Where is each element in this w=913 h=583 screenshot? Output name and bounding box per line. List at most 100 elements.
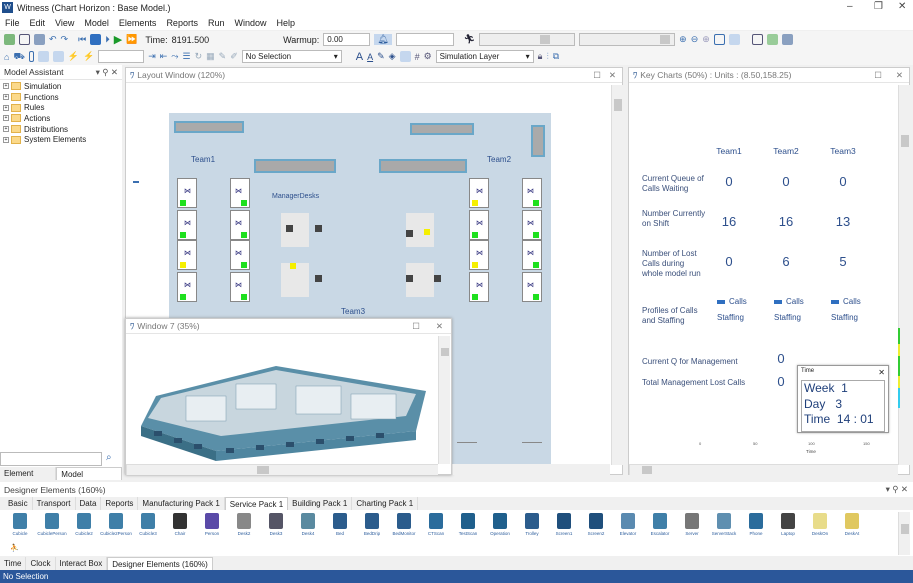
chart-icon[interactable] [766, 34, 778, 45]
panel-pin-icon[interactable]: ▾ ⚲ ✕ [96, 67, 118, 78]
wrench-icon[interactable]: ✎ [219, 51, 227, 62]
snap-icon[interactable] [399, 51, 411, 62]
tree-item-functions[interactable]: + Functions [0, 92, 122, 103]
menu-run[interactable]: Run [208, 18, 225, 28]
element2-icon[interactable] [52, 51, 64, 62]
tab-service-pack[interactable]: Service Pack 1 [224, 497, 289, 510]
input-icon[interactable]: ⇥ [148, 51, 156, 62]
designer-item[interactable]: Cubicle2 [68, 513, 100, 536]
lock-icon[interactable]: 🔒︎ [538, 51, 543, 62]
maximize-icon[interactable]: ☐ [593, 70, 601, 81]
designer-item[interactable]: Bed [324, 513, 356, 536]
key-charts-vertical-scrollbar[interactable] [898, 85, 910, 465]
tab-reports[interactable]: Reports [101, 497, 139, 510]
tree-item-distributions[interactable]: + Distributions [0, 124, 122, 135]
designer-item[interactable]: DeskAt [836, 513, 868, 536]
tab-building-pack[interactable]: Building Pack 1 [288, 497, 353, 510]
designer-item[interactable]: Escalator [644, 513, 676, 536]
designer-item[interactable]: Desk4 [292, 513, 324, 536]
minimize-icon[interactable]: – [847, 1, 853, 12]
element-name-input[interactable] [98, 50, 145, 63]
menu-edit[interactable]: Edit [30, 18, 46, 28]
font-color-icon[interactable]: A [367, 52, 373, 62]
designer-item[interactable]: Desk2 [228, 513, 260, 536]
grid-toggle-icon[interactable]: # [415, 52, 420, 62]
menu-help[interactable]: Help [276, 18, 295, 28]
scale-icon[interactable] [781, 34, 793, 45]
route-icon[interactable]: ⤳ [171, 51, 178, 62]
designer-item[interactable]: Operation [484, 513, 516, 536]
maximize-icon[interactable]: ☐ [412, 321, 420, 332]
designer-item[interactable]: BedDrip [356, 513, 388, 536]
line-color-icon[interactable]: ✎ [377, 51, 385, 62]
bell-icon[interactable]: 🔔︎ [374, 34, 392, 45]
close-icon[interactable]: ✕ [436, 321, 443, 332]
designer-item[interactable]: Phone [740, 513, 772, 536]
layer-dropdown[interactable]: Simulation Layer ▾ [435, 50, 534, 63]
menu-elements[interactable]: Elements [119, 18, 157, 28]
window7-vertical-scrollbar[interactable] [438, 336, 450, 464]
car-icon[interactable]: ⛟ [13, 51, 24, 63]
window7-horizontal-scrollbar[interactable] [126, 464, 438, 475]
binoculars-icon[interactable]: ⌕ [106, 452, 112, 463]
designer-item[interactable]: Person [196, 513, 228, 536]
tree-item-rules[interactable]: + Rules [0, 102, 122, 113]
save-icon[interactable] [34, 34, 45, 45]
menu-view[interactable]: View [55, 18, 74, 28]
fit-icon[interactable] [713, 34, 725, 45]
lightning2-icon[interactable]: ⚡ [83, 51, 94, 62]
designer-item[interactable]: TestScan [452, 513, 484, 536]
tree-item-system-elements[interactable]: + System Elements [0, 134, 122, 145]
tab-interact-box[interactable]: Interact Box [56, 557, 108, 570]
speed-slider[interactable] [479, 33, 576, 46]
menu-model[interactable]: Model [84, 18, 109, 28]
maximize-icon[interactable]: ☐ [874, 70, 882, 81]
tab-time[interactable]: Time [0, 557, 27, 570]
key-charts-horizontal-scrollbar[interactable] [629, 464, 898, 475]
designer-item[interactable]: Laptop [772, 513, 804, 536]
tab-charting-pack[interactable]: Charting Pack 1 [352, 497, 419, 510]
designer-item[interactable]: Elevator [612, 513, 644, 536]
align-icon[interactable]: ⫶ [546, 51, 548, 62]
close-icon[interactable]: ✕ [896, 70, 903, 81]
pan-icon[interactable] [728, 34, 740, 45]
grid-icon[interactable]: ▦ [206, 51, 215, 62]
designer-item[interactable]: BedMonitor [388, 513, 420, 536]
designer-item[interactable]: Cubicle3 [132, 513, 164, 536]
designer-item[interactable]: Screen1 [548, 513, 580, 536]
designer-item[interactable]: Cubicle [4, 513, 36, 536]
fill-color-icon[interactable]: ◈ [389, 51, 396, 62]
designer-item[interactable]: ServerStack [708, 513, 740, 536]
layout-horizontal-scrollbar[interactable] [452, 464, 610, 475]
close-icon[interactable]: ✕ [898, 1, 906, 12]
rewind-icon[interactable]: ⏮ [78, 34, 86, 45]
zoom-in-icon[interactable]: ⊕ [679, 34, 687, 45]
tab-model-assistant[interactable]: Model Assistant [56, 467, 122, 492]
alert-input[interactable] [395, 33, 454, 46]
designer-scrollbar[interactable] [898, 512, 910, 555]
designer-item[interactable]: Chair [164, 513, 196, 536]
output-icon[interactable]: ⇤ [160, 51, 168, 62]
warmup-input[interactable]: 0.00 [323, 33, 371, 46]
model-assistant-search-input[interactable] [0, 452, 102, 466]
tree-item-simulation[interactable]: + Simulation [0, 81, 122, 92]
stop-icon[interactable] [90, 34, 102, 45]
tab-element-tree[interactable]: Element Tree [0, 467, 57, 491]
group-icon[interactable]: ⧉ [553, 51, 559, 62]
step-icon[interactable]: ⏵ [105, 34, 110, 45]
designer-item[interactable]: Trolley [516, 513, 548, 536]
tab-clock[interactable]: Clock [26, 557, 56, 570]
close-icon[interactable]: ✕ [878, 368, 885, 377]
report-icon[interactable] [751, 34, 763, 45]
pen-icon[interactable]: ✐ [230, 51, 238, 62]
element-icon[interactable] [37, 51, 49, 62]
tree-item-actions[interactable]: + Actions [0, 113, 122, 124]
open-icon[interactable] [19, 34, 30, 45]
scroll-left-icon[interactable] [133, 181, 139, 183]
designer-item[interactable]: CubiclePerson [36, 513, 68, 536]
new-icon[interactable] [4, 34, 15, 45]
menu-file[interactable]: File [5, 18, 20, 28]
zoom-out-icon[interactable]: ⊖ [691, 34, 699, 45]
redo-icon[interactable]: ↷ [61, 34, 69, 45]
designer-item[interactable]: Server [676, 513, 708, 536]
